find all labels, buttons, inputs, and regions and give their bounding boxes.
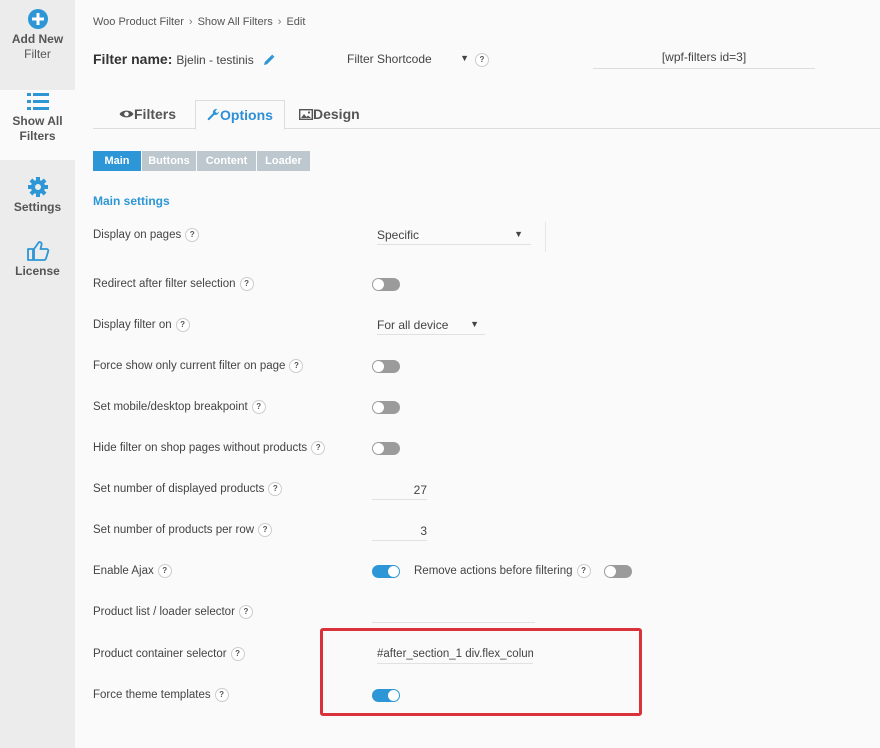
help-icon[interactable]: ? — [157, 564, 172, 578]
help-icon[interactable]: ? — [230, 647, 245, 661]
display-on-pages-select[interactable]: Specific ▼ — [377, 228, 531, 245]
breadcrumb-item: Edit — [286, 16, 306, 28]
row-enable-ajax: Enable Ajax? — [93, 564, 172, 578]
help-icon[interactable]: ? — [475, 53, 489, 67]
force-show-current-toggle[interactable] — [372, 360, 400, 373]
row-mobile-breakpoint: Set mobile/desktop breakpoint? — [93, 400, 266, 414]
hide-on-shop-toggle[interactable] — [372, 442, 400, 455]
help-icon[interactable]: ? — [268, 482, 283, 496]
row-num-products: Set number of displayed products? — [93, 482, 283, 496]
shortcode-field[interactable]: [wpf-filters id=3] — [593, 46, 815, 69]
enable-ajax-toggle[interactable] — [372, 565, 400, 578]
help-icon[interactable]: ? — [289, 359, 304, 373]
help-icon[interactable]: ? — [258, 523, 273, 537]
help-icon[interactable]: ? — [238, 605, 253, 619]
help-icon[interactable]: ? — [175, 318, 190, 332]
row-redirect-after: Redirect after filter selection? — [93, 277, 254, 291]
shortcode-select[interactable]: Filter Shortcode ▼ — [347, 52, 469, 69]
remove-actions-label: Remove actions before filtering? — [414, 564, 591, 578]
remove-actions-toggle[interactable] — [604, 565, 632, 578]
sidebar: Add New Filter Show All Filters Settings — [0, 0, 75, 748]
tab-design[interactable]: Design — [298, 100, 360, 128]
sidebar-item-label: Show All — [12, 114, 63, 128]
row-container-selector: Product container selector? — [93, 647, 245, 661]
breadcrumb-item[interactable]: Woo Product Filter — [93, 16, 184, 28]
chevron-down-icon: ▼ — [514, 229, 523, 239]
tab-bar: Filters Options Design — [93, 100, 880, 130]
highlight-box — [320, 628, 642, 716]
list-loader-selector-input[interactable] — [372, 604, 535, 623]
help-icon[interactable]: ? — [251, 400, 266, 414]
sidebar-item-label: Add New — [11, 32, 64, 46]
list-icon — [26, 93, 49, 110]
redirect-after-toggle[interactable] — [372, 278, 400, 291]
sidebar-item-add-new-filter[interactable]: Add New Filter — [0, 8, 75, 76]
help-icon[interactable]: ? — [311, 441, 326, 455]
filter-name-value[interactable]: Bjelin - testinis — [176, 53, 253, 67]
wrench-icon — [207, 109, 220, 121]
subtab-content[interactable]: Content — [197, 151, 256, 171]
row-list-loader-selector: Product list / loader selector? — [93, 605, 253, 619]
help-icon[interactable]: ? — [239, 277, 254, 291]
sidebar-item-label: Filter — [24, 47, 51, 61]
subtab-buttons[interactable]: Buttons — [142, 151, 196, 171]
help-icon[interactable]: ? — [576, 564, 591, 578]
subtab-main[interactable]: Main — [93, 151, 141, 171]
chevron-down-icon: ▼ — [470, 319, 479, 329]
row-hide-on-shop: Hide filter on shop pages without produc… — [93, 441, 326, 455]
num-products-input[interactable]: 27 — [372, 481, 427, 500]
sidebar-item-license[interactable]: License — [0, 240, 75, 288]
gear-icon — [27, 177, 48, 197]
section-title: Main settings — [93, 194, 170, 208]
image-icon — [298, 108, 314, 120]
filter-name-label: Filter name: — [93, 51, 173, 67]
products-per-row-input[interactable]: 3 — [372, 522, 427, 541]
sidebar-item-show-all-filters[interactable]: Show All Filters — [0, 90, 75, 160]
tab-options[interactable]: Options — [195, 100, 285, 130]
row-display-filter-on: Display filter on? — [93, 318, 190, 332]
row-display-on-pages: Display on pages? — [93, 228, 200, 242]
sidebar-item-label: Settings — [13, 200, 62, 214]
chevron-down-icon: ▼ — [460, 53, 469, 63]
mobile-breakpoint-toggle[interactable] — [372, 401, 400, 414]
help-icon[interactable]: ? — [185, 228, 200, 242]
thumbs-up-icon — [26, 241, 49, 261]
display-filter-on-select[interactable]: For all device ▼ — [377, 318, 485, 335]
sidebar-item-label: License — [15, 264, 60, 278]
divider — [545, 222, 546, 252]
breadcrumb-item[interactable]: Show All Filters — [198, 16, 273, 28]
breadcrumb: Woo Product Filter › Show All Filters › Edit — [93, 16, 306, 28]
help-icon[interactable]: ? — [214, 688, 229, 702]
plus-circle-icon — [27, 9, 48, 29]
subtab-loader[interactable]: Loader — [257, 151, 310, 171]
pencil-icon[interactable] — [263, 54, 275, 66]
row-force-theme-templates: Force theme templates? — [93, 688, 229, 702]
eye-icon — [119, 110, 134, 118]
sidebar-item-settings[interactable]: Settings — [0, 176, 75, 224]
main-panel: Woo Product Filter › Show All Filters › Edit… — [75, 0, 880, 748]
row-force-show-current: Force show only current filter on page? — [93, 359, 304, 373]
filter-name: Filter name: Bjelin - testinis — [93, 51, 275, 67]
sidebar-item-label: Filters — [19, 129, 56, 143]
row-products-per-row: Set number of products per row? — [93, 523, 273, 537]
tab-filters[interactable]: Filters — [119, 100, 176, 128]
